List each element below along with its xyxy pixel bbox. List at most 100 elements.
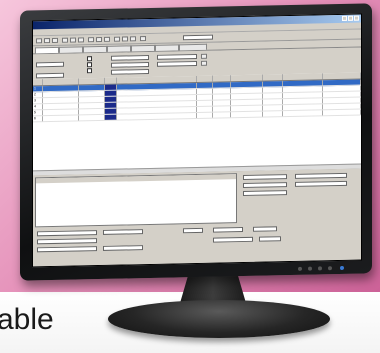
form-field[interactable]	[111, 68, 149, 75]
cut-icon[interactable]	[62, 37, 68, 43]
grid-cell	[263, 111, 283, 117]
minimize-icon[interactable]	[342, 15, 347, 21]
grid-cell	[213, 94, 231, 100]
paste-icon[interactable]	[78, 37, 84, 43]
grid-cell: 4	[33, 104, 43, 110]
grid-cell	[283, 104, 323, 111]
grid-cell	[283, 98, 323, 105]
grid-cell	[197, 112, 213, 118]
tab-7[interactable]	[179, 43, 207, 51]
grid-column-header[interactable]	[231, 74, 263, 82]
grid-column-header[interactable]	[263, 74, 283, 81]
notes-field[interactable]	[103, 245, 143, 251]
notes-field[interactable]	[37, 246, 97, 253]
forward-icon[interactable]	[96, 36, 102, 43]
filter-icon[interactable]	[130, 36, 136, 42]
close-icon[interactable]	[354, 15, 359, 21]
grid-cell	[231, 99, 263, 106]
find-icon[interactable]	[122, 36, 128, 42]
grid-cell	[283, 86, 323, 93]
stats-cell	[161, 195, 186, 201]
totals-field[interactable]	[295, 172, 347, 179]
grid-cell	[105, 84, 117, 90]
grid-column-header[interactable]	[105, 77, 117, 84]
form-field[interactable]	[36, 61, 64, 68]
totals-field[interactable]	[243, 174, 287, 181]
tab-6[interactable]	[155, 44, 179, 51]
lookup-icon[interactable]	[201, 53, 207, 59]
power-button[interactable]	[340, 265, 344, 270]
grid-cell: 3	[33, 98, 43, 104]
toolbar-dropdown[interactable]	[183, 34, 213, 41]
grid-cell: 5	[33, 110, 43, 116]
copy-icon[interactable]	[70, 37, 76, 43]
totals-field[interactable]	[243, 190, 287, 197]
tab-5[interactable]	[131, 44, 155, 52]
monitor-button[interactable]	[318, 266, 322, 271]
status-field[interactable]	[213, 236, 253, 243]
grid-cell	[79, 102, 105, 109]
form-field[interactable]	[36, 72, 64, 79]
grid-cell	[231, 111, 263, 118]
help-icon[interactable]	[140, 36, 146, 42]
grid-cell	[231, 81, 263, 88]
print-icon[interactable]	[114, 36, 120, 42]
maximize-icon[interactable]	[348, 15, 353, 21]
grid-cell	[231, 87, 263, 94]
tab-4[interactable]	[107, 45, 131, 52]
grid-cell	[323, 97, 361, 104]
back-icon[interactable]	[88, 37, 94, 43]
lookup-icon[interactable]	[201, 60, 207, 66]
grid-cell	[43, 115, 79, 122]
grid-cell	[197, 82, 213, 88]
refresh-icon[interactable]	[104, 36, 110, 42]
stats-cell	[211, 194, 236, 200]
notes-field[interactable]	[37, 230, 97, 237]
status-field[interactable]	[259, 236, 281, 242]
grid-cell	[43, 103, 79, 110]
monitor-button[interactable]	[298, 266, 302, 271]
monitor-button[interactable]	[308, 266, 312, 271]
option-checkbox[interactable]	[87, 56, 92, 62]
grid-column-header[interactable]	[79, 77, 105, 85]
status-field[interactable]	[253, 226, 277, 232]
notes-field[interactable]	[37, 238, 97, 245]
status-field[interactable]	[213, 227, 243, 233]
grid-cell	[323, 79, 361, 86]
grid-cell	[105, 102, 117, 108]
open-icon[interactable]	[44, 38, 50, 44]
grid-cell	[323, 85, 361, 92]
new-icon[interactable]	[36, 38, 42, 44]
tab-2[interactable]	[59, 46, 83, 53]
form-field[interactable]	[111, 61, 149, 68]
grid-cell	[105, 96, 117, 102]
monitor-screen: 1 2 3 4 5 6	[32, 13, 362, 268]
grid-cell	[283, 80, 323, 87]
grid-column-header[interactable]	[283, 73, 323, 81]
grid-cell: 2	[33, 92, 43, 98]
form-field[interactable]	[111, 54, 149, 61]
grid-cell	[231, 105, 263, 112]
stats-cell	[111, 196, 136, 202]
tab-3[interactable]	[83, 45, 107, 53]
notes-field[interactable]	[103, 229, 143, 235]
option-checkbox[interactable]	[87, 68, 92, 74]
grid-column-header[interactable]	[323, 72, 361, 80]
grid-column-header[interactable]	[213, 75, 231, 82]
totals-field[interactable]	[243, 182, 287, 189]
grid-cell	[213, 88, 231, 94]
form-field[interactable]	[157, 60, 197, 67]
grid-column-header[interactable]	[33, 79, 43, 86]
grid-cell	[323, 103, 361, 110]
tab-1[interactable]	[35, 46, 59, 54]
status-field[interactable]	[183, 227, 203, 234]
form-field[interactable]	[157, 53, 197, 60]
totals-field[interactable]	[295, 180, 347, 187]
option-checkbox[interactable]	[87, 62, 92, 68]
save-icon[interactable]	[52, 37, 58, 44]
grid-column-header[interactable]	[43, 78, 79, 86]
grid-cell	[197, 88, 213, 94]
grid-cell	[213, 106, 231, 112]
grid-column-header[interactable]	[197, 75, 213, 82]
monitor-button[interactable]	[328, 266, 332, 271]
